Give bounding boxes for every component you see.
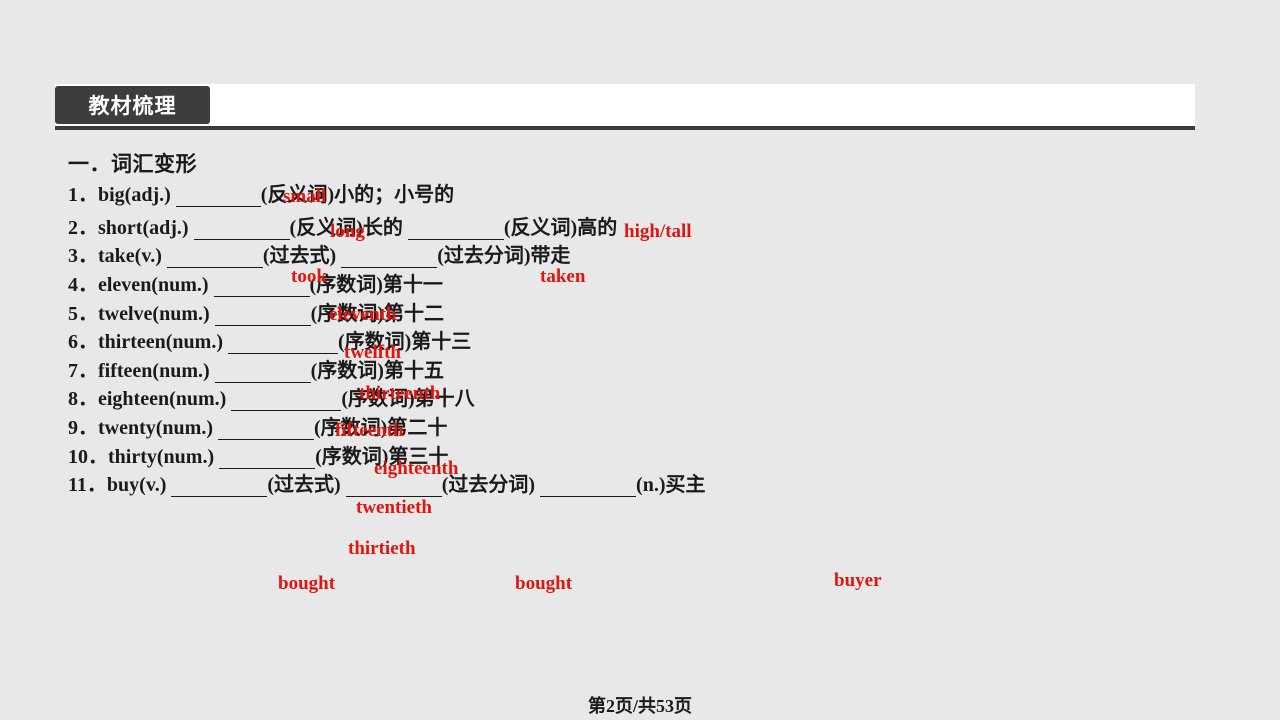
page-indicator: 第2页/共53页 (587, 696, 692, 716)
item-number: 2． (68, 217, 98, 239)
item-word: eighteen(num.) (98, 388, 227, 410)
list-item: 3．take(v.) (过去式) (过去分词)带走 (68, 239, 571, 268)
item-number: 9． (68, 417, 98, 439)
item-tail: (过去式) (267, 474, 341, 496)
item-word: thirteen(num.) (98, 331, 223, 353)
answer-blank (540, 477, 637, 497)
answer-blank (227, 334, 338, 354)
item-word: twelve(num.) (98, 303, 210, 325)
item-word: twenty(num.) (98, 417, 213, 439)
answer-blank (341, 248, 438, 268)
item-word: eleven(num.) (98, 274, 209, 296)
item-tail-2: (过去分词)带走 (437, 245, 571, 267)
item-number: 1． (68, 184, 98, 206)
item-number: 4． (68, 274, 98, 296)
item-number: 6． (68, 331, 98, 353)
item-word: short(adj.) (98, 217, 189, 239)
item-number: 10． (68, 446, 108, 468)
item-tail-2: (反义词)高的 (503, 217, 618, 239)
answer-blank (193, 220, 290, 240)
answer-text: took (291, 266, 327, 287)
answer-blank (231, 391, 342, 411)
answer-text: buyer (834, 570, 882, 591)
item-word: take(v.) (98, 245, 162, 267)
answer-blank (214, 363, 311, 383)
list-item: 4．eleven(num.) (序数词)第十一 (68, 268, 443, 297)
item-number: 8． (68, 388, 98, 410)
answer-blank (218, 420, 314, 440)
answer-text: thirteenth (359, 383, 441, 404)
answer-blank (171, 477, 268, 497)
answer-text: long (330, 221, 365, 242)
answer-blank (166, 248, 263, 268)
item-number: 7． (68, 360, 98, 382)
item-tail: (序数词)第十一 (309, 274, 443, 296)
answer-text: fifteenth (335, 420, 404, 441)
list-item: 1．big(adj.) (反义词)小的；小号的 (68, 178, 454, 207)
answer-text: twentieth (356, 497, 432, 518)
item-word: buy(v.) (106, 474, 167, 496)
item-word: fifteen(num.) (98, 360, 210, 382)
answer-text: high/tall (624, 221, 692, 242)
answer-text: thirtieth (348, 538, 416, 559)
answer-text: taken (540, 266, 586, 287)
answer-text: small (283, 186, 327, 207)
answer-blank (219, 449, 316, 469)
list-item: 6．thirteen(num.) (序数词)第十三 (68, 325, 471, 354)
section-title: 一．词汇变形 (68, 152, 197, 176)
item-number: 5． (68, 303, 98, 325)
answer-blank (175, 187, 261, 207)
answer-text: bought (278, 573, 336, 594)
answer-blank (345, 477, 442, 497)
item-word: big(adj.) (98, 184, 171, 206)
answer-blank (214, 306, 311, 326)
item-tail-3: (n.)买主 (636, 474, 706, 496)
item-number: 11． (68, 474, 107, 496)
answer-text: twelfth (344, 342, 401, 363)
item-word: thirty(num.) (108, 446, 215, 468)
answer-blank (407, 220, 504, 240)
answer-text: eleventh (329, 304, 397, 325)
item-tail: (过去式) (262, 245, 337, 267)
answer-text: eighteenth (374, 458, 459, 479)
item-number: 3． (68, 245, 98, 267)
answer-text: bought (515, 573, 573, 594)
slide-content: 一．词汇变形 1．big(adj.) (反义词)小的；小号的 2．short(a… (0, 0, 1280, 720)
